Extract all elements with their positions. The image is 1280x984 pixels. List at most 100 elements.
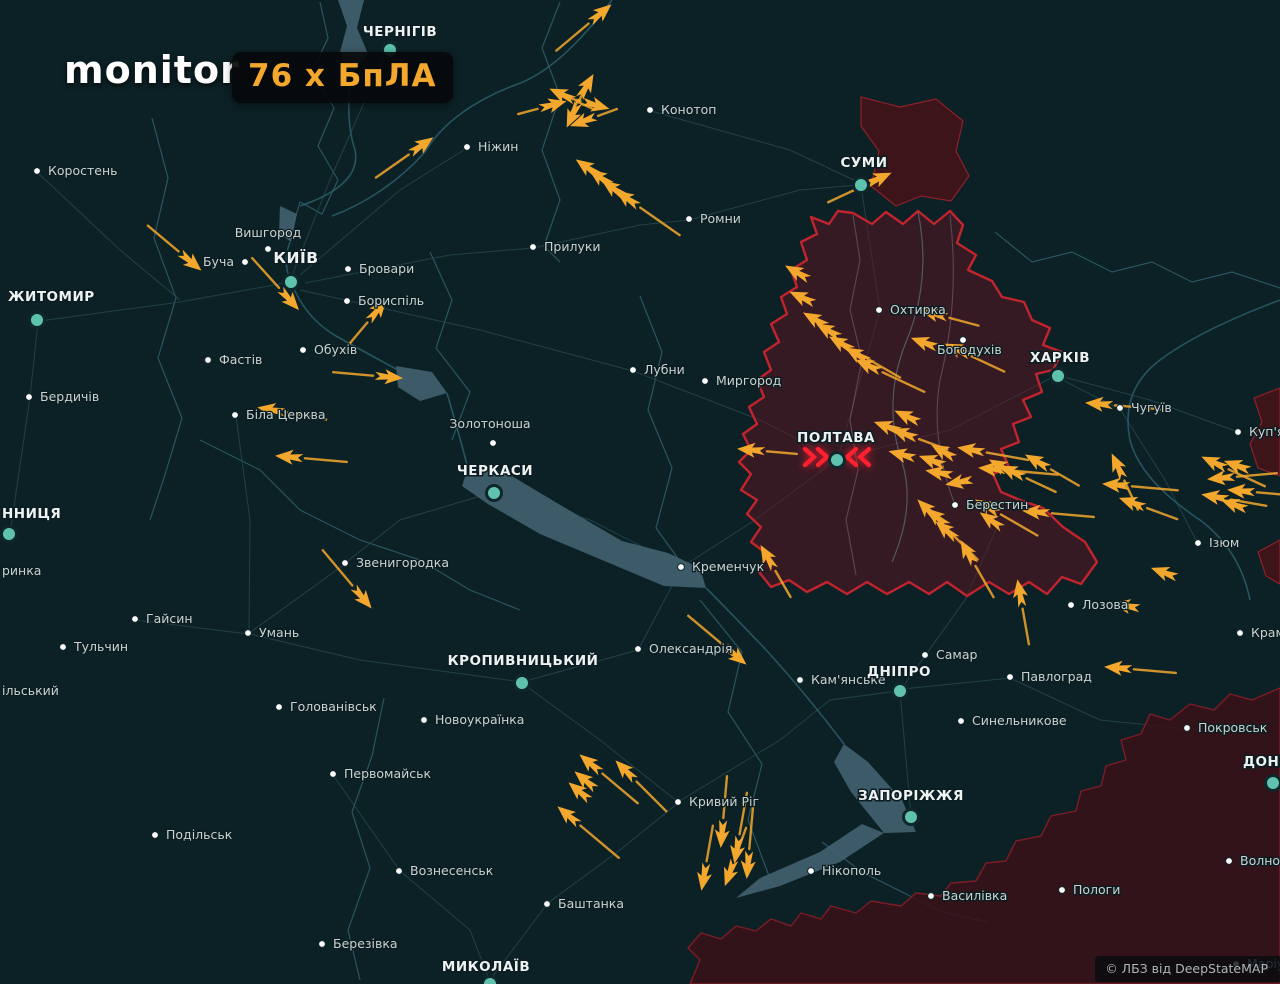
town-marker[interactable] [34, 168, 41, 175]
town-marker[interactable] [630, 367, 637, 374]
town-label: Берестин [966, 497, 1028, 512]
brand-logo: monitor [64, 48, 240, 92]
town-marker[interactable] [490, 440, 497, 447]
town-marker[interactable] [421, 717, 428, 724]
town-label: Синельникове [972, 713, 1067, 728]
town-marker[interactable] [922, 652, 929, 659]
town-label: Волнова [1240, 853, 1280, 868]
city-marker[interactable] [893, 684, 908, 699]
town-label: Подільськ [166, 827, 233, 842]
town-marker[interactable] [344, 298, 351, 305]
town-marker[interactable] [1068, 602, 1075, 609]
town-label: Вознесенськ [410, 863, 494, 878]
town-marker[interactable] [1059, 887, 1066, 894]
town-label: Новоукраїнка [435, 712, 524, 727]
town-label: Самар [936, 647, 977, 662]
town-marker[interactable] [276, 704, 283, 711]
town-marker[interactable] [635, 646, 642, 653]
town-label: Обухів [314, 342, 357, 357]
town-marker[interactable] [330, 771, 337, 778]
town-marker[interactable] [1007, 674, 1014, 681]
town-marker[interactable] [319, 941, 326, 948]
city-marker[interactable] [284, 275, 299, 290]
town-marker[interactable] [132, 616, 139, 623]
town-marker[interactable] [345, 266, 352, 273]
town-label: Ромни [700, 211, 741, 226]
town-label: Коростень [48, 163, 118, 178]
town-label: Конотоп [661, 102, 716, 117]
town-marker[interactable] [1235, 429, 1242, 436]
town-marker[interactable] [1226, 858, 1233, 865]
city-marker[interactable] [830, 453, 845, 468]
town-marker[interactable] [464, 144, 471, 151]
town-label: Бориспіль [358, 293, 424, 308]
city-label: ХАРКІВ [1030, 350, 1090, 366]
city-label: ДНІПРО [867, 664, 931, 680]
city-label: ЧЕРКАСИ [457, 463, 533, 479]
town-marker[interactable] [686, 216, 693, 223]
town-label: Тульчин [73, 639, 128, 654]
town-label: Бердичів [40, 389, 99, 404]
town-marker[interactable] [1184, 725, 1191, 732]
city-marker[interactable] [515, 676, 530, 691]
map-canvas[interactable]: КоростеньНіжинКонотопРомниПрилукиВишгоро… [0, 0, 1280, 984]
town-marker[interactable] [1195, 540, 1202, 547]
town-marker[interactable] [530, 244, 537, 251]
town-marker[interactable] [952, 502, 959, 509]
town-label: Лубни [644, 362, 685, 377]
town-label: Буча [203, 254, 234, 269]
town-marker[interactable] [232, 412, 239, 419]
town-marker[interactable] [958, 718, 965, 725]
town-marker[interactable] [647, 107, 654, 114]
town-marker[interactable] [300, 347, 307, 354]
town-marker[interactable] [342, 560, 349, 567]
town-marker[interactable] [26, 394, 33, 401]
town-label: Куп'я [1249, 424, 1280, 439]
city-marker[interactable] [2, 527, 17, 542]
town-marker[interactable] [265, 246, 272, 253]
city-marker[interactable] [30, 313, 45, 328]
town-marker[interactable] [60, 644, 67, 651]
city-marker[interactable] [1051, 369, 1066, 384]
town-marker[interactable] [152, 832, 159, 839]
town-label: ільський [2, 683, 59, 698]
town-label: Первомайськ [344, 766, 431, 781]
city-marker[interactable] [483, 977, 498, 984]
city-marker[interactable] [1266, 776, 1280, 791]
town-marker[interactable] [808, 868, 815, 875]
city-marker[interactable] [904, 810, 919, 825]
town-marker[interactable] [675, 799, 682, 806]
town-marker[interactable] [928, 893, 935, 900]
town-label: Чугуїв [1131, 400, 1172, 415]
town-marker[interactable] [876, 307, 883, 314]
town-marker[interactable] [1237, 630, 1244, 637]
town-label: Звенигородка [356, 555, 449, 570]
town-marker[interactable] [544, 901, 551, 908]
town-label: Кременчук [692, 559, 765, 574]
town-marker[interactable] [242, 259, 249, 266]
town-marker[interactable] [396, 868, 403, 875]
town-marker[interactable] [205, 357, 212, 364]
town-label: Ізюм [1209, 535, 1239, 550]
town-marker[interactable] [245, 630, 252, 637]
town-marker[interactable] [678, 564, 685, 571]
town-label: Вишгород [235, 225, 302, 240]
city-label: КРОПИВНИЦЬКИЙ [448, 652, 599, 669]
town-marker[interactable] [1117, 405, 1124, 412]
city-label: ДОНЕЦ [1243, 754, 1280, 770]
town-label: Крама [1251, 625, 1280, 640]
town-marker[interactable] [702, 378, 709, 385]
town-label: Охтирка [890, 302, 946, 317]
town-label: Василівка [942, 888, 1007, 903]
city-marker[interactable] [854, 178, 869, 193]
city-label: СУМИ [840, 155, 887, 171]
city-label: ЗАПОРІЖЖЯ [858, 788, 964, 804]
city-label: ЖИТОМИР [8, 289, 95, 305]
town-label: Прилуки [544, 239, 601, 254]
city-marker[interactable] [487, 486, 502, 501]
town-label: Баштанка [558, 896, 624, 911]
city-label: ННИЦЯ [2, 506, 61, 522]
town-marker[interactable] [797, 677, 804, 684]
town-label: Нікополь [822, 863, 881, 878]
town-label: Гайсин [146, 611, 193, 626]
